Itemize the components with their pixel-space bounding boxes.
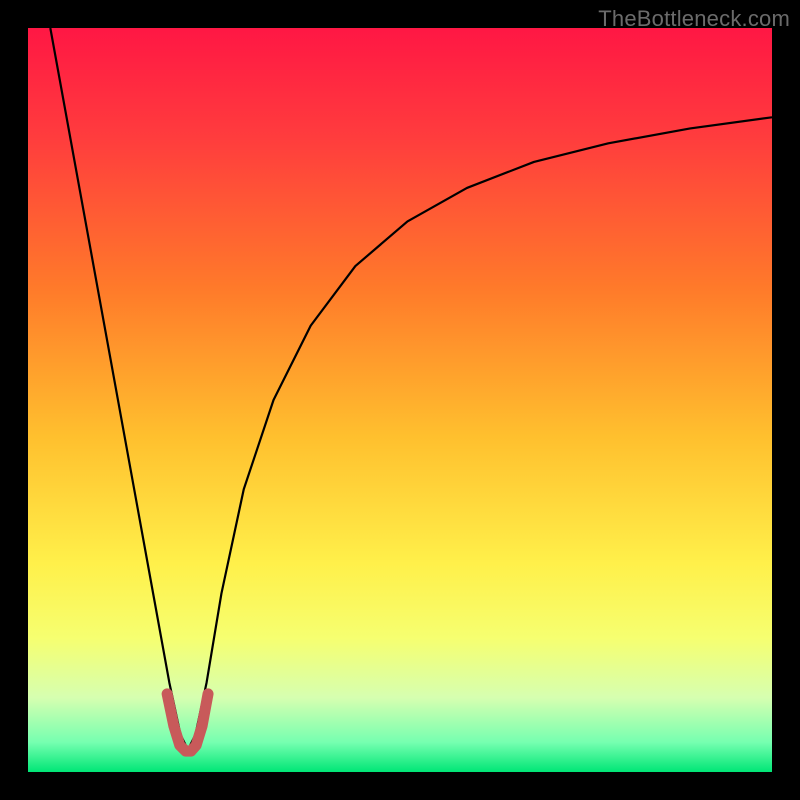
chart-frame bbox=[28, 28, 772, 772]
bottleneck-chart bbox=[28, 28, 772, 772]
chart-background bbox=[28, 28, 772, 772]
